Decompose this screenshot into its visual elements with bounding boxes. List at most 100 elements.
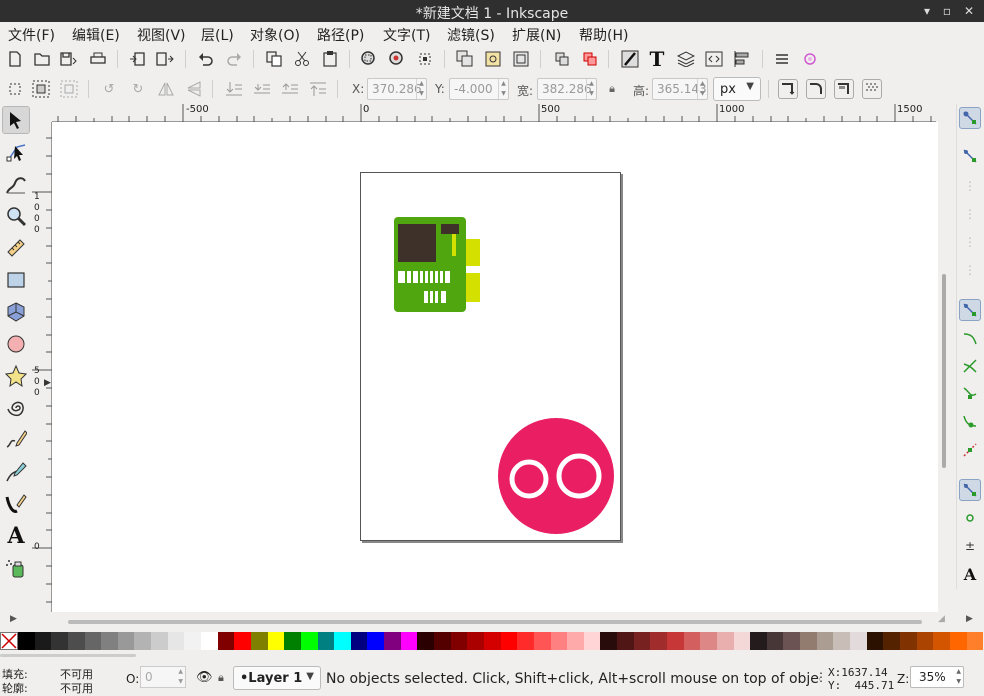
color-swatch[interactable] <box>134 632 152 650</box>
tweak-tool-icon[interactable] <box>2 170 30 198</box>
color-swatch[interactable] <box>866 632 884 650</box>
node-tool-icon[interactable] <box>2 138 30 166</box>
zoom-page-icon[interactable] <box>415 49 435 69</box>
color-swatch[interactable] <box>600 632 618 650</box>
menu-view[interactable]: 视图(V) <box>137 25 186 45</box>
drawing-canvas[interactable] <box>52 122 938 612</box>
color-swatch[interactable] <box>683 632 701 650</box>
menu-path[interactable]: 路径(P) <box>317 25 364 45</box>
color-swatch[interactable] <box>899 632 917 650</box>
scale-stroke-icon[interactable] <box>778 79 798 99</box>
color-swatch[interactable] <box>67 632 85 650</box>
redo-icon[interactable] <box>224 49 244 69</box>
duplicate-icon[interactable] <box>455 49 475 69</box>
menu-object[interactable]: 对象(O) <box>250 25 300 45</box>
palette-scrollbar[interactable] <box>0 654 136 657</box>
color-swatch[interactable] <box>117 632 135 650</box>
snap-bbox-corners-icon[interactable]: ⋮ <box>959 203 981 225</box>
lock-icon[interactable]: 🔒︎ <box>218 671 224 685</box>
preferences-icon[interactable] <box>800 49 820 69</box>
deselect-icon[interactable] <box>59 79 79 99</box>
menu-filters[interactable]: 滤镜(S) <box>447 25 495 45</box>
color-swatch[interactable] <box>583 632 601 650</box>
pen-tool-icon[interactable] <box>2 458 30 486</box>
measure-tool-icon[interactable] <box>2 234 30 262</box>
snap-path-intersections-icon[interactable] <box>959 355 981 377</box>
color-swatch[interactable] <box>284 632 301 650</box>
raise-icon[interactable] <box>280 79 300 99</box>
color-swatch[interactable] <box>750 632 767 650</box>
horizontal-scrollbar[interactable]: ▶ ◢ <box>0 612 950 632</box>
spiral-tool-icon[interactable] <box>2 394 30 422</box>
menu-edit[interactable]: 编辑(E) <box>72 25 120 45</box>
color-swatch[interactable] <box>966 632 984 650</box>
color-swatch[interactable] <box>883 632 900 650</box>
pencil-tool-icon[interactable] <box>2 426 30 454</box>
minimize-button[interactable]: ▾ <box>918 2 936 20</box>
zoom-tool-icon[interactable] <box>2 202 30 230</box>
snap-line-midpoints-icon[interactable] <box>959 439 981 461</box>
color-swatch[interactable] <box>151 632 168 650</box>
text-font-icon[interactable]: T <box>647 47 667 71</box>
menu-text[interactable]: 文字(T) <box>383 25 430 45</box>
color-swatch[interactable] <box>234 632 251 650</box>
color-swatch[interactable] <box>800 632 817 650</box>
color-swatch[interactable] <box>916 632 934 650</box>
import-icon[interactable] <box>128 49 148 69</box>
star-tool-icon[interactable] <box>2 362 30 390</box>
color-swatch[interactable] <box>350 632 368 650</box>
lock-ratio-icon[interactable]: 🔒︎ <box>602 79 622 99</box>
menu-help[interactable]: 帮助(H) <box>579 25 628 45</box>
x-input[interactable]: 370.286 ▲ ▼ <box>367 78 427 100</box>
snap-cusp-nodes-icon[interactable] <box>959 383 981 405</box>
fill-stroke-icon[interactable] <box>620 49 640 69</box>
move-gradients-icon[interactable] <box>834 79 854 99</box>
xml-editor-icon[interactable] <box>704 49 724 69</box>
snap-nodes-icon[interactable] <box>959 299 981 321</box>
color-swatch[interactable] <box>567 632 584 650</box>
color-swatch[interactable] <box>766 632 784 650</box>
lower-icon[interactable] <box>252 79 272 99</box>
color-swatch[interactable] <box>250 632 268 650</box>
snap-text-baseline-icon[interactable]: A <box>959 563 981 585</box>
no-color-swatch[interactable] <box>0 632 18 650</box>
align-distribute-icon[interactable] <box>732 49 752 69</box>
height-input[interactable]: 365.143 ▲ ▼ <box>652 78 708 100</box>
text-tool-icon[interactable]: A <box>2 522 30 550</box>
save-icon[interactable] <box>59 49 79 69</box>
vertical-scrollbar[interactable] <box>938 104 950 614</box>
snap-scroll-right-icon[interactable]: ▶ <box>966 614 973 624</box>
color-swatch[interactable] <box>716 632 734 650</box>
color-swatch[interactable] <box>34 632 52 650</box>
rotate-cw-icon[interactable]: ↻ <box>128 79 148 99</box>
snap-paths-icon[interactable] <box>959 327 981 349</box>
color-swatch[interactable] <box>833 632 851 650</box>
color-swatch[interactable] <box>467 632 484 650</box>
flip-horizontal-icon[interactable] <box>156 79 176 99</box>
print-icon[interactable] <box>88 49 108 69</box>
color-swatch[interactable] <box>400 632 418 650</box>
paste-icon[interactable] <box>320 49 340 69</box>
color-swatch[interactable] <box>184 632 202 650</box>
undo-icon[interactable] <box>196 49 216 69</box>
snap-smooth-nodes-icon[interactable] <box>959 411 981 433</box>
color-swatch[interactable] <box>367 632 385 650</box>
eye-icon[interactable]: 👁︎ <box>196 670 213 685</box>
color-swatch[interactable] <box>334 632 351 650</box>
color-swatch[interactable] <box>700 632 717 650</box>
color-swatch[interactable] <box>500 632 518 650</box>
maximize-button[interactable]: ▫ <box>938 2 956 20</box>
vertical-scroll-thumb[interactable] <box>942 274 946 468</box>
color-swatch[interactable] <box>384 632 401 650</box>
unit-select[interactable]: px ▼ <box>713 77 761 101</box>
color-swatch[interactable] <box>417 632 435 650</box>
color-swatch[interactable] <box>217 632 235 650</box>
rotate-ccw-icon[interactable]: ↺ <box>99 79 119 99</box>
menu-file[interactable]: 文件(F) <box>8 25 55 45</box>
color-swatch[interactable] <box>666 632 684 650</box>
copy-icon[interactable] <box>264 49 284 69</box>
snap-bbox-centers-icon[interactable]: ⋮ <box>959 259 981 281</box>
x-stepper[interactable]: ▲ ▼ <box>416 79 426 99</box>
layer-select[interactable]: •Layer 1 ▼ <box>233 666 321 690</box>
width-stepper[interactable]: ▲ ▼ <box>586 79 596 99</box>
